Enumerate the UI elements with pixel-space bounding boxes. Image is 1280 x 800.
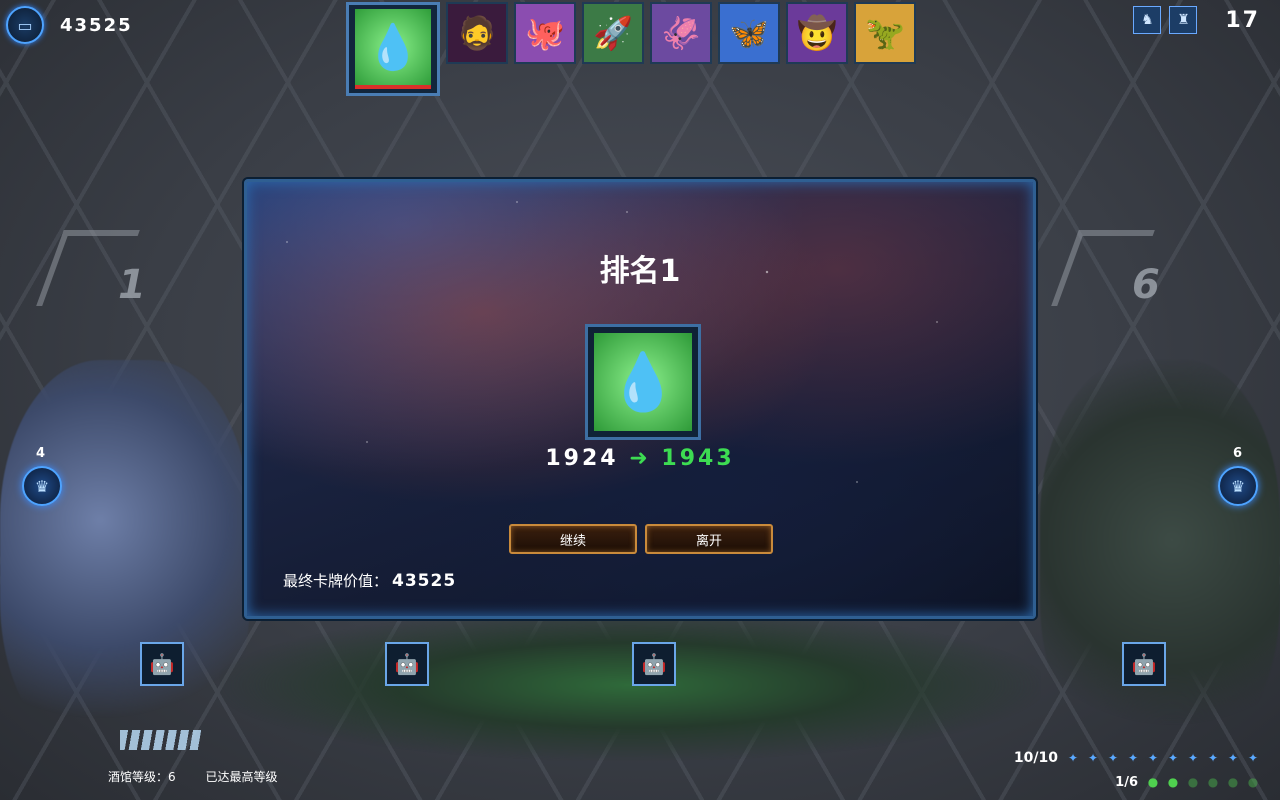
right-slot-number: 6 [1132,262,1160,308]
unit-icon[interactable]: ♞ [1133,6,1162,34]
player-avatar-icon: 💧 [594,333,692,431]
round-number: 17 [1225,7,1260,33]
left-army [0,360,250,760]
rating-old: 1924 [545,446,619,471]
tavern-status: 酒馆等级：6 已达最高等级 [108,768,303,785]
rating-change: 1924 ➜ 1943 [247,446,1033,471]
right-badge-count: 6 [1233,446,1243,461]
bottom-army [220,610,1040,760]
turret-2: 🤖 [385,642,429,686]
unit-slot-icon: ✦ [1107,751,1119,765]
player-portrait[interactable]: 🦋 [718,2,780,64]
top-left-panel: ▭ 43525 [6,6,133,44]
final-card-value: 最终卡牌价值： 43525 [283,570,456,591]
max-level-text: 已达最高等级 [205,770,278,784]
player-avatar-icon: 🤠 [797,14,837,52]
player-avatar-icon: 🚀 [593,14,633,52]
player-avatar-icon: 💧 [355,9,431,89]
upgrade-count: 1/6 [1115,774,1138,790]
arrow-right-icon: ➜ [629,446,651,471]
upgrade-slot-icon: ● [1247,775,1259,789]
unit-slot-icon: ✦ [1227,751,1239,765]
supply-count: 10/10 [1013,750,1058,766]
left-badge-count: 4 [36,446,46,461]
rank-title: 排名1 [599,254,681,289]
unit-slot-icon: ✦ [1167,751,1179,765]
turret-3: 🤖 [632,642,676,686]
rating-new: 1943 [661,446,735,471]
player-portrait[interactable]: 🐙 [514,2,576,64]
player-avatar-icon: 🦋 [729,14,769,52]
monitor-icon[interactable]: ▭ [6,6,44,44]
unit-slot-icon: ✦ [1247,751,1259,765]
left-slot-number: 1 [118,262,146,308]
unit-slot-icon: ✦ [1067,751,1079,765]
player-portrait[interactable]: 🦖 [854,2,916,64]
final-value: 43525 [392,571,457,591]
unit-slot-icon: ✦ [1147,751,1159,765]
final-value-label: 最终卡牌价值： [283,572,389,590]
player-portrait[interactable]: 🤠 [786,2,848,64]
player-avatar-icon: 🐙 [525,14,565,52]
unit-slot-icon: ✦ [1087,751,1099,765]
upgrade-row: 1/6 ● ● ● ● ● ● [1115,774,1262,790]
tavern-progress-bar [120,730,202,750]
tavern-level: 酒馆等级：6 [108,770,176,784]
continue-button[interactable]: 继续 [509,524,637,554]
top-right-panel: ♞ ♜ 17 [1133,6,1260,34]
player-avatar-icon: 🦖 [865,14,905,52]
right-player-badge[interactable]: ♛ [1218,466,1258,506]
turret-4: 🤖 [1122,642,1166,686]
player-portraits: 💧 🧔 🐙 🚀 🦑 🦋 🤠 🦖 [346,2,916,96]
leave-button[interactable]: 离开 [645,524,773,554]
unit-icon[interactable]: ♜ [1169,6,1198,34]
left-player-badge[interactable]: ♛ [22,466,62,506]
supply-row: 10/10 ✦ ✦ ✦ ✦ ✦ ✦ ✦ ✦ ✦ ✦ [1014,750,1262,766]
player-avatar-icon: 🧔 [457,14,497,52]
turret-1: 🤖 [140,642,184,686]
result-dialog: 排名1 💧 1924 ➜ 1943 继续 离开 最终卡牌价值： 43525 [244,179,1036,619]
unit-slot-icon: ✦ [1207,751,1219,765]
upgrade-slot-icon: ● [1227,775,1239,789]
player-portrait-active[interactable]: 💧 [346,2,440,96]
upgrade-slot-icon: ● [1187,775,1199,789]
player-avatar-icon: 🦑 [661,14,701,52]
unit-slot-icon: ✦ [1127,751,1139,765]
player-portrait[interactable]: 🚀 [582,2,644,64]
total-score: 43525 [60,14,133,36]
right-army [1040,360,1280,760]
unit-slot-icon: ✦ [1187,751,1199,765]
player-portrait[interactable]: 🧔 [446,2,508,64]
result-portrait: 💧 [585,324,701,440]
upgrade-slot-icon: ● [1167,775,1179,789]
player-portrait[interactable]: 🦑 [650,2,712,64]
upgrade-slot-icon: ● [1147,775,1159,789]
upgrade-slot-icon: ● [1207,775,1219,789]
